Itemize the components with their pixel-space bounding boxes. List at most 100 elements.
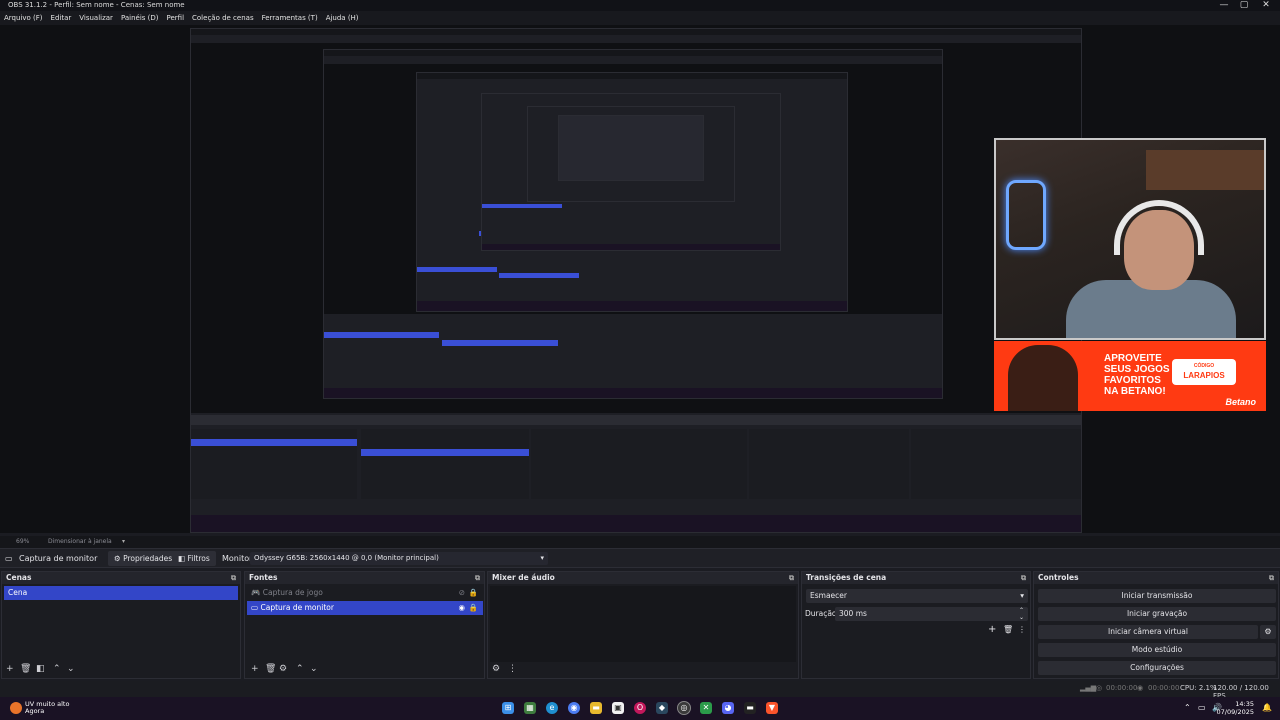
duration-spinbox[interactable]: 300 ms ⌃ ⌄	[835, 607, 1028, 621]
gear-icon: ⚙	[114, 554, 124, 563]
menu-view[interactable]: Visualizar	[79, 11, 113, 25]
banner-brand-logo: Betano	[1225, 397, 1256, 407]
move-down-icon[interactable]: ⌄	[67, 664, 75, 674]
duration-value: 300 ms	[839, 609, 867, 618]
spin-arrows-icon[interactable]: ⌃ ⌄	[1019, 607, 1024, 621]
media-app-icon[interactable]: ▬	[744, 702, 756, 714]
remove-transition-icon[interactable]: 🗑	[1003, 625, 1013, 634]
lock-icon[interactable]: 🔒	[469, 586, 478, 600]
tray-chevron-icon[interactable]: ⌃	[1184, 703, 1191, 712]
add-source-icon[interactable]: +	[251, 664, 259, 674]
menu-tools[interactable]: Ferramentas (T)	[262, 11, 318, 25]
zoom-percent[interactable]: 69%	[16, 538, 29, 545]
start-recording-button[interactable]: Iniciar gravação	[1038, 607, 1276, 621]
minimize-button[interactable]: —	[1214, 0, 1234, 11]
start-streaming-button[interactable]: Iniciar transmissão	[1038, 589, 1276, 603]
menu-profile[interactable]: Perfil	[167, 11, 185, 25]
move-up-icon[interactable]: ⌃	[296, 664, 304, 674]
eye-icon[interactable]: ◉	[458, 601, 465, 615]
store-icon[interactable]: ▣	[612, 702, 624, 714]
obs-icon[interactable]: ◎	[677, 701, 691, 715]
start-icon[interactable]: ⊞	[502, 702, 514, 714]
file-explorer-icon[interactable]: ▬	[590, 702, 602, 714]
menu-help[interactable]: Ajuda (H)	[326, 11, 359, 25]
remove-source-icon[interactable]: 🗑	[265, 664, 276, 674]
lock-icon[interactable]: 🔒	[469, 601, 478, 615]
properties-button[interactable]: ⚙ Propriedades	[108, 551, 179, 566]
maximize-button[interactable]: ▢	[1234, 0, 1254, 11]
brave-icon[interactable]: ▼	[766, 702, 778, 714]
source-item-game-capture[interactable]: 🎮 Captura de jogo ⊘ 🔒	[247, 586, 483, 600]
weather-icon[interactable]	[10, 702, 22, 714]
steam-icon[interactable]: ◆	[656, 702, 668, 714]
zoom-mode[interactable]: Dimensionar à janela	[48, 538, 112, 545]
mixer-title: Mixer de áudio	[492, 573, 555, 582]
filters-button[interactable]: ◧ Filtros	[172, 551, 216, 566]
banner-person-image	[1008, 345, 1078, 411]
remove-scene-icon[interactable]: 🗑	[20, 664, 31, 674]
signal-icon: ▂▄▆	[1080, 684, 1097, 692]
clock-date: 07/09/2025	[1216, 708, 1254, 716]
add-scene-icon[interactable]: +	[6, 664, 14, 674]
transitions-title: Transições de cena	[806, 573, 887, 582]
scene-filter-icon[interactable]: ◧	[36, 664, 45, 674]
virtual-camera-settings-icon[interactable]: ⚙	[1260, 625, 1276, 639]
undock-icon[interactable]: ⧉	[1021, 572, 1026, 584]
cpu-usage: CPU: 2.1%	[1180, 684, 1217, 692]
stream-time: 00:00:00	[1106, 684, 1138, 692]
monitor-select[interactable]: Odyssey G65B: 2560x1440 @ 0,0 (Monitor p…	[250, 552, 548, 565]
weather-widget[interactable]: UV muito alto Agora	[25, 701, 69, 715]
selected-source-name: Captura de monitor	[19, 554, 98, 563]
menu-scene-collection[interactable]: Coleção de cenas	[192, 11, 254, 25]
status-bar: ▂▄▆ ◎ 00:00:00 ◉ 00:00:00 CPU: 2.1% 120.…	[0, 681, 1280, 700]
move-down-icon[interactable]: ⌄	[310, 664, 318, 674]
discord-icon[interactable]: ◕	[722, 702, 734, 714]
sources-dock: Fontes ⧉ 🎮 Captura de jogo ⊘ 🔒 ▭ Captura …	[244, 571, 485, 679]
chevron-down-icon: ▾	[1020, 591, 1024, 600]
widgets-icon[interactable]: ▦	[524, 702, 536, 714]
menu-bar: Arquivo (F) Editar Visualizar Painéis (D…	[0, 11, 1280, 25]
chrome-icon[interactable]: ◉	[568, 702, 580, 714]
taskbar: UV muito alto Agora ⊞ ▦ e ◉ ▬ ▣ O ◆ ◎ ✕ …	[0, 697, 1280, 720]
record-icon: ◉	[1137, 684, 1144, 692]
filters-label: Filtros	[187, 554, 210, 563]
settings-button[interactable]: Configurações	[1038, 661, 1276, 675]
studio-mode-button[interactable]: Modo estúdio	[1038, 643, 1276, 657]
monitor-select-value: Odyssey G65B: 2560x1440 @ 0,0 (Monitor p…	[254, 554, 439, 562]
sources-title: Fontes	[249, 573, 278, 582]
stream-icon: ◎	[1096, 684, 1103, 692]
zoom-chevron-icon[interactable]: ▾	[122, 538, 125, 545]
undock-icon[interactable]: ⧉	[231, 572, 236, 584]
edge-icon[interactable]: e	[546, 702, 558, 714]
menu-file[interactable]: Arquivo (F)	[4, 11, 43, 25]
opera-icon[interactable]: O	[634, 702, 646, 714]
xbox-icon[interactable]: ✕	[700, 702, 712, 714]
transition-type-select[interactable]: Esmaecer ▾	[806, 589, 1028, 603]
mixer-settings-icon[interactable]: ⚙	[492, 664, 500, 674]
notification-bell-icon[interactable]: 🔔	[1262, 703, 1272, 712]
more-options-icon[interactable]: ⋮	[508, 664, 517, 674]
taskbar-clock[interactable]: 14:35 07/09/2025	[1217, 700, 1254, 716]
scenes-dock: Cenas ⧉ Cena + 🗑 ◧ ⌃ ⌄	[1, 571, 241, 679]
more-options-icon[interactable]: ⋮	[1018, 625, 1026, 634]
source-label: Captura de jogo	[262, 588, 323, 597]
record-time: 00:00:00	[1148, 684, 1180, 692]
start-virtual-camera-button[interactable]: Iniciar câmera virtual	[1038, 625, 1258, 639]
undock-icon[interactable]: ⧉	[475, 572, 480, 584]
source-settings-icon[interactable]: ⚙	[279, 664, 287, 674]
title-bar: OBS 31.1.2 - Perfil: Sem nome - Cenas: S…	[0, 0, 1280, 11]
menu-docks[interactable]: Painéis (D)	[121, 11, 159, 25]
close-button[interactable]: ✕	[1256, 0, 1276, 11]
monitor-icon[interactable]: ▭	[1198, 703, 1206, 712]
undock-icon[interactable]: ⧉	[789, 572, 794, 584]
source-label: Captura de monitor	[260, 603, 334, 612]
eye-hidden-icon[interactable]: ⊘	[459, 586, 465, 600]
audio-mixer-dock: Mixer de áudio ⧉ ⚙ ⋮	[487, 571, 799, 679]
undock-icon[interactable]: ⧉	[1269, 572, 1274, 584]
scene-item[interactable]: Cena	[4, 586, 238, 600]
menu-edit[interactable]: Editar	[51, 11, 72, 25]
banner-code: LARAPIOS	[1183, 371, 1225, 380]
move-up-icon[interactable]: ⌃	[53, 664, 61, 674]
add-transition-icon[interactable]: +	[988, 624, 996, 635]
source-item-monitor-capture[interactable]: ▭ Captura de monitor ◉ 🔒	[247, 601, 483, 615]
